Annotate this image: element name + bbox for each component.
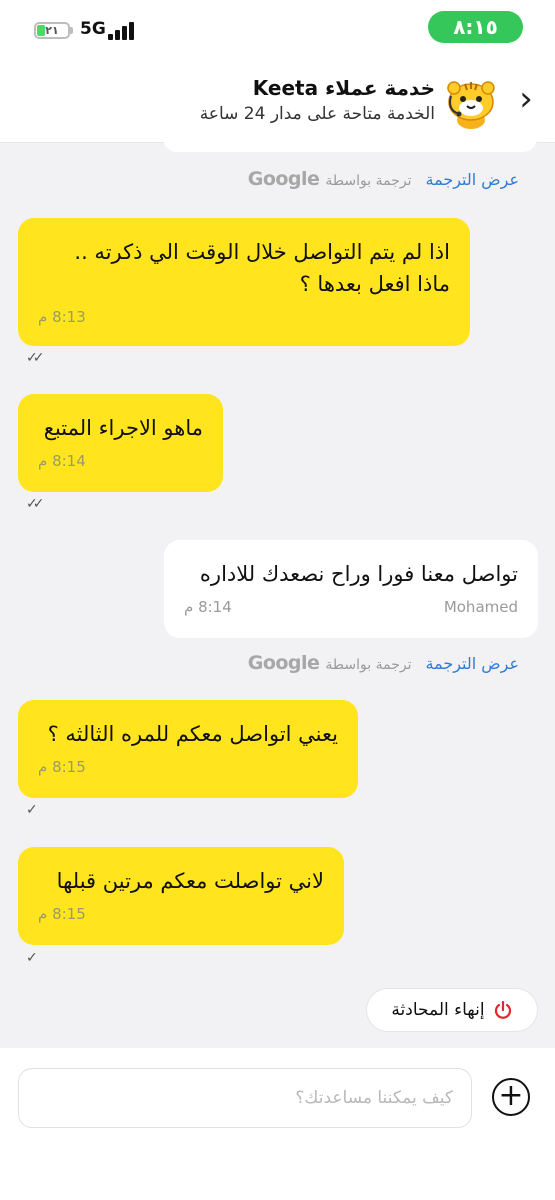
google-logo: Google — [247, 652, 320, 674]
message-text: يعني اتواصل معكم للمره الثالثه ؟ — [47, 722, 338, 746]
google-logo: Google — [247, 168, 320, 190]
message-text: اذا لم يتم التواصل خلال الوقت الي ذكرته … — [74, 240, 450, 296]
message-bubble[interactable]: لاني تواصلت معكم مرتين قبلها 8:15 م — [18, 847, 344, 945]
battery-icon: ٢١ — [34, 22, 70, 39]
message-text: ماهو الاجراء المتبع — [43, 416, 203, 440]
signal-icon — [108, 22, 136, 40]
power-icon — [494, 1000, 511, 1019]
translation-row: عرض الترجمة ترجمة بواسطة Google — [248, 168, 519, 192]
back-chevron-icon[interactable]: › — [515, 82, 537, 118]
message-time: 8:14 م — [38, 452, 86, 470]
translated-by-label: ترجمة بواسطة — [325, 173, 412, 189]
show-translation-link[interactable]: عرض الترجمة — [426, 170, 520, 189]
single-check-icon: ✓ — [26, 950, 38, 966]
message-text: تواصل معنا فورا وراح نصعدك للاداره — [199, 562, 518, 586]
battery-level: ٢١ — [45, 24, 59, 37]
end-chat-button[interactable]: إنهاء المحادثة — [366, 988, 538, 1032]
translation-row: عرض الترجمة ترجمة بواسطة Google — [248, 652, 519, 676]
double-check-icon: ✓✓ — [26, 350, 45, 366]
chat-title: خدمة عملاء Keeta — [252, 76, 435, 100]
message-bubble[interactable]: يعني اتواصل معكم للمره الثالثه ؟ 8:15 م — [18, 700, 358, 798]
chat-subtitle: الخدمة متاحة على مدار 24 ساعة — [199, 104, 435, 124]
previous-message-bubble — [163, 138, 537, 152]
message-time: 8:14 م — [184, 598, 232, 616]
translated-by-label: ترجمة بواسطة — [325, 657, 412, 673]
status-bar: ٢١ 5G ٨:١٥ — [0, 0, 555, 60]
message-time: 8:13 م — [38, 308, 86, 326]
single-check-icon: ✓ — [26, 802, 38, 818]
chat-messages[interactable]: عرض الترجمة ترجمة بواسطة Google اذا لم يتم… — [0, 138, 555, 1042]
message-text: لاني تواصلت معكم مرتين قبلها — [56, 869, 324, 893]
composer-bar: + — [0, 1048, 555, 1200]
message-time: 8:15 م — [38, 758, 86, 776]
message-input[interactable] — [18, 1068, 472, 1128]
battery-tip — [70, 27, 73, 34]
double-check-icon: ✓✓ — [26, 496, 45, 512]
end-chat-label: إنهاء المحادثة — [391, 1000, 485, 1020]
message-time: 8:15 م — [38, 905, 86, 923]
message-bubble[interactable]: اذا لم يتم التواصل خلال الوقت الي ذكرته … — [18, 218, 470, 346]
sender-name: Mohamed — [443, 598, 518, 616]
show-translation-link[interactable]: عرض الترجمة — [426, 654, 520, 673]
add-attachment-plus-icon[interactable]: + — [492, 1078, 530, 1116]
status-time: ٨:١٥ — [428, 11, 523, 43]
network-type: 5G — [80, 19, 106, 39]
tiger-mascot-avatar — [447, 81, 495, 129]
chat-header: › خدمة عملاء Keeta الخدمة متاحة على مدار… — [0, 60, 555, 143]
message-bubble[interactable]: ماهو الاجراء المتبع 8:14 م — [18, 394, 223, 492]
agent-message-bubble[interactable]: تواصل معنا فورا وراح نصعدك للاداره 8:14 … — [164, 540, 538, 638]
